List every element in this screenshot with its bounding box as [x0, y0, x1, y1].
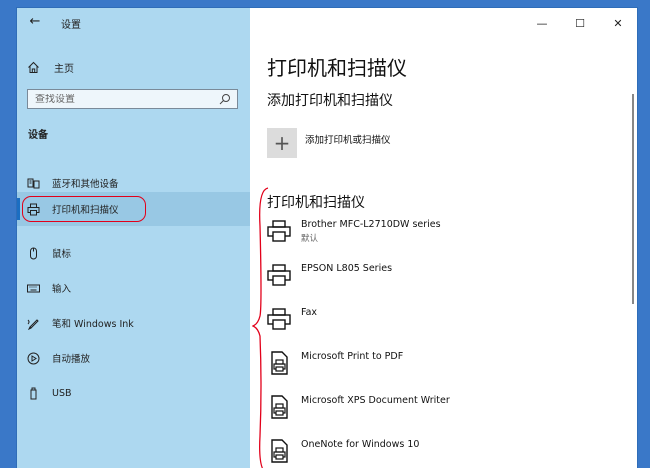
device-status: 默认: [301, 234, 319, 244]
device-name: Microsoft Print to PDF: [301, 351, 404, 362]
scrollbar[interactable]: [632, 94, 634, 304]
main-content: — ☐ ✕ 打印机和扫描仪 添加打印机和扫描仪 + 添加打印机或扫描仪 打印机和…: [250, 8, 637, 468]
search-icon[interactable]: [219, 93, 231, 105]
sidebar-item-printers[interactable]: 打印机和扫描仪: [17, 192, 250, 226]
minimize-button[interactable]: —: [523, 8, 561, 38]
settings-window: ← 设置 主页 设备 蓝牙和其他设备: [17, 8, 637, 468]
app-title: 设置: [61, 20, 81, 31]
printer-icon: [27, 203, 40, 215]
sidebar-item-mouse[interactable]: 鼠标: [17, 236, 250, 270]
sidebar-item-pen[interactable]: 笔和 Windows Ink: [17, 306, 250, 340]
home-icon: [28, 61, 39, 73]
sidebar-item-autoplay[interactable]: 自动播放: [17, 341, 250, 375]
title-bar: ← 设置: [17, 8, 250, 38]
document-printer-icon: [271, 395, 288, 419]
list-item[interactable]: OneNote for Windows 10: [267, 436, 597, 468]
sidebar-item-typing[interactable]: 输入: [17, 271, 250, 305]
page-title: 打印机和扫描仪: [267, 56, 407, 80]
mouse-icon: [30, 247, 37, 259]
sidebar-item-usb[interactable]: USB: [17, 376, 250, 410]
home-link[interactable]: 主页: [27, 58, 227, 76]
document-printer-icon: [271, 351, 288, 375]
plus-icon: +: [267, 128, 297, 158]
pen-icon: [27, 318, 39, 330]
sidebar: ← 设置 主页 设备 蓝牙和其他设备: [17, 8, 250, 468]
printer-icon: [267, 308, 291, 330]
add-section-title: 添加打印机和扫描仪: [267, 93, 393, 109]
document-printer-icon: [271, 439, 288, 463]
window-controls: — ☐ ✕: [523, 8, 637, 38]
autoplay-icon: [27, 352, 40, 364]
device-name: EPSON L805 Series: [301, 263, 393, 274]
device-name: OneNote for Windows 10: [301, 439, 420, 450]
sidebar-item-label: 输入: [52, 284, 72, 295]
sidebar-item-label: 自动播放: [52, 354, 91, 365]
device-name: Fax: [301, 307, 318, 318]
device-list-title: 打印机和扫描仪: [267, 195, 365, 211]
search-input[interactable]: [35, 93, 215, 105]
section-label: 设备: [28, 130, 48, 141]
maximize-button[interactable]: ☐: [561, 8, 599, 38]
list-item[interactable]: Microsoft Print to PDF: [267, 348, 597, 388]
close-button[interactable]: ✕: [599, 8, 637, 38]
printer-icon: [267, 264, 291, 286]
sidebar-item-label: 笔和 Windows Ink: [52, 319, 134, 330]
keyboard-icon: [27, 284, 40, 292]
add-printer-label: 添加打印机或扫描仪: [305, 135, 391, 146]
list-item[interactable]: EPSON L805 Series: [267, 260, 597, 300]
sidebar-item-label: 打印机和扫描仪: [52, 205, 119, 216]
list-item[interactable]: Fax: [267, 304, 597, 344]
add-printer-button[interactable]: + 添加打印机或扫描仪: [267, 128, 391, 158]
list-item[interactable]: Microsoft XPS Document Writer: [267, 392, 597, 432]
list-item[interactable]: Brother MFC-L2710DW series 默认: [267, 216, 597, 256]
sidebar-item-label: 蓝牙和其他设备: [52, 179, 119, 190]
bluetooth-devices-icon: [27, 178, 40, 188]
device-name: Brother MFC-L2710DW series: [301, 219, 441, 230]
back-arrow-icon[interactable]: ←: [27, 14, 43, 30]
home-label: 主页: [54, 63, 74, 75]
sidebar-item-label: 鼠标: [52, 249, 72, 260]
device-name: Microsoft XPS Document Writer: [301, 395, 450, 406]
usb-icon: [30, 387, 37, 399]
search-box: [27, 89, 238, 109]
printer-icon: [267, 220, 291, 242]
sidebar-item-label: USB: [52, 387, 72, 399]
